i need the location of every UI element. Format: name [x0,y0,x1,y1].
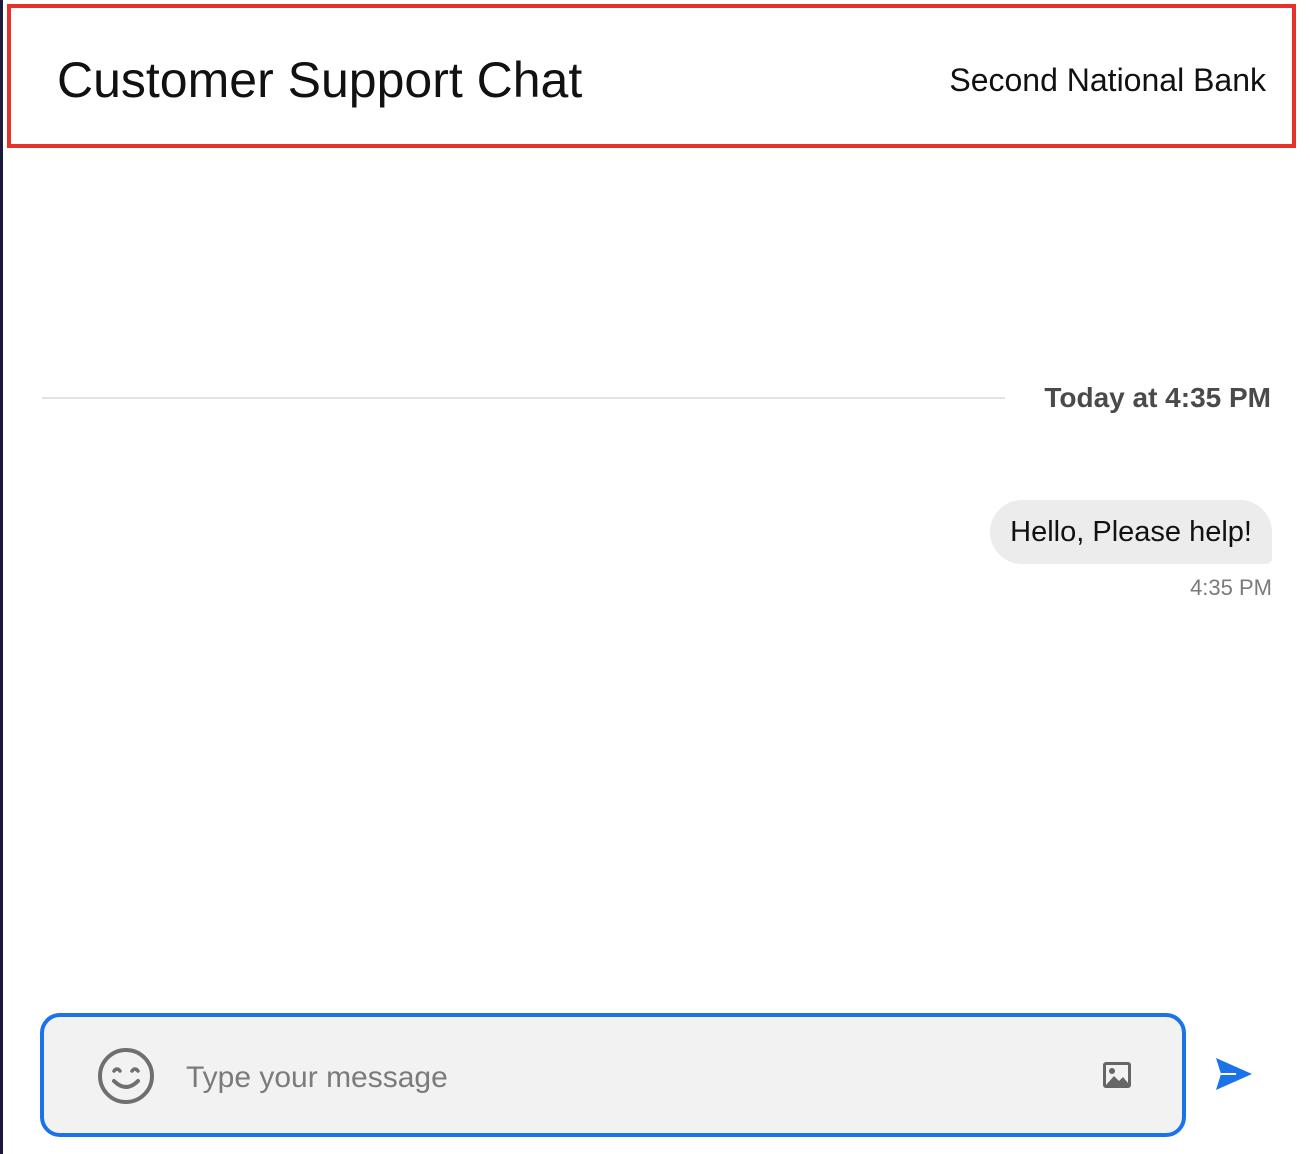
send-button[interactable] [1212,1052,1256,1096]
image-icon [1103,1062,1131,1088]
message-bubble: Hello, Please help! [990,500,1272,564]
date-divider: Today at 4:35 PM [42,378,1271,418]
chat-window: Customer Support Chat Second National Ba… [3,0,1310,1154]
attach-image-button[interactable] [1101,1059,1133,1091]
message-composer [40,1013,1186,1137]
chat-title: Customer Support Chat [57,52,583,108]
send-icon [1216,1058,1252,1090]
message-input[interactable] [184,1047,1068,1109]
date-divider-label: Today at 4:35 PM [1044,382,1271,413]
divider-line [42,397,1005,399]
emoji-button[interactable] [96,1046,156,1106]
message-timestamp: 4:35 PM [1190,575,1272,600]
smile-icon [98,1048,154,1104]
bank-name: Second National Bank [949,62,1266,98]
message-text: Hello, Please help! [1010,515,1252,548]
chat-header: Customer Support Chat Second National Ba… [7,4,1296,148]
